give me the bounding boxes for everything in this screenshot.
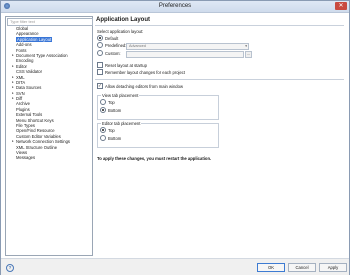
view-tab-bottom-label: Bottom xyxy=(108,107,122,113)
radio-selected-icon[interactable] xyxy=(97,35,103,41)
radio-selected-icon[interactable] xyxy=(100,127,106,133)
remember-layout-checkbox[interactable]: Remember layout changes for each project xyxy=(97,69,185,75)
view-tab-bottom-radio[interactable]: Bottom xyxy=(100,107,121,113)
editor-tab-top-radio[interactable]: Top xyxy=(100,127,115,133)
tree-item-label: Add-ons xyxy=(16,42,32,48)
help-icon[interactable]: ? xyxy=(6,264,14,272)
tree-item-label: Fonts xyxy=(16,47,27,53)
checkbox-icon[interactable] xyxy=(97,62,103,68)
tree-item-label: File Types xyxy=(16,123,36,129)
radio-icon[interactable] xyxy=(97,42,103,48)
checkbox-checked-icon[interactable] xyxy=(97,83,103,89)
allow-detaching-checkbox[interactable]: Allow detaching editors from main window xyxy=(97,83,183,89)
dialog-content: Type filter text Global Appearance Applica… xyxy=(1,13,349,275)
tree-item-label: Archive xyxy=(16,101,30,107)
window-title: Preferences xyxy=(158,3,192,9)
settings-panel: Application Layout Select application la… xyxy=(95,16,345,254)
tree-item-label: Diff xyxy=(16,96,23,102)
title-bar: Preferences ✕ xyxy=(1,1,349,13)
view-tab-placement-title: View tab placement xyxy=(101,93,140,98)
tree-item-label: Messages xyxy=(16,155,36,161)
apply-button[interactable]: Apply xyxy=(319,263,347,272)
radio-icon[interactable] xyxy=(97,50,103,56)
tree-item-label: Document Type Association xyxy=(16,52,68,58)
reset-layout-label: Reset layout at startup xyxy=(105,62,147,68)
radio-icon[interactable] xyxy=(100,99,106,105)
tree-item-label: Open/Find Resource xyxy=(16,128,55,134)
tree-item-label: Encoding xyxy=(16,58,34,64)
tree-item-label: Appearance xyxy=(16,31,39,37)
tree-item-label: SVN xyxy=(16,90,25,96)
tree-item-label: Data Sources xyxy=(16,85,42,91)
editor-tab-placement-title: Editor tab placement xyxy=(101,121,142,126)
reset-layout-checkbox[interactable]: Reset layout at startup xyxy=(97,62,147,68)
view-tab-placement-group: View tab placement Top Bottom xyxy=(97,93,219,120)
allow-detaching-label: Allow detaching editors from main window xyxy=(105,83,183,89)
tree-item-label: DITA xyxy=(16,79,26,85)
layout-predefined-label: Predefined: xyxy=(105,42,127,48)
editor-tab-top-label: Top xyxy=(108,127,115,133)
preferences-tree-panel: Type filter text Global Appearance Applica… xyxy=(5,16,93,256)
tree-item-label: XML xyxy=(16,74,25,80)
tree-item-label: Views xyxy=(16,149,28,155)
layout-custom-radio[interactable]: Custom: xyxy=(97,50,121,56)
tree-item-label: Menu Shortcut Keys xyxy=(16,117,54,123)
title-divider xyxy=(95,25,344,26)
tree-item-label: Plugins xyxy=(16,106,30,112)
tree-item-label: External Tools xyxy=(16,112,43,118)
radio-icon[interactable] xyxy=(100,135,106,141)
predefined-layout-select[interactable]: Advanced ▾ xyxy=(126,43,249,50)
predefined-layout-value: Advanced xyxy=(129,44,146,48)
editor-tab-bottom-label: Bottom xyxy=(108,135,122,141)
preferences-tree: Global Appearance Application Layout Add-on… xyxy=(6,26,92,161)
tree-item[interactable]: Messages xyxy=(6,155,92,160)
tree-item-label: Network Connection Settings xyxy=(16,139,70,145)
custom-layout-path-field[interactable] xyxy=(126,51,244,58)
ok-button[interactable]: OK xyxy=(257,263,285,272)
tree-item-label: XML Structure Outline xyxy=(16,144,58,150)
page-title: Application Layout xyxy=(96,17,150,23)
checkbox-icon[interactable] xyxy=(97,69,103,75)
section-divider xyxy=(95,79,344,80)
cancel-button[interactable]: Cancel xyxy=(288,263,316,272)
editor-tab-bottom-radio[interactable]: Bottom xyxy=(100,135,121,141)
select-layout-label: Select application layout: xyxy=(97,29,144,34)
preferences-window: Preferences ✕ Type filter text Global App… xyxy=(0,0,350,275)
tree-item-label: Custom Editor Variables xyxy=(16,133,61,139)
tree-item-label: Application Layout xyxy=(16,36,53,42)
tree-item-label: CSS Validator xyxy=(16,69,42,75)
chevron-down-icon[interactable]: ▾ xyxy=(245,44,247,49)
remember-layout-label: Remember layout changes for each project xyxy=(105,69,186,75)
restart-note: To apply these changes, you must restart… xyxy=(97,156,212,161)
close-icon[interactable]: ✕ xyxy=(335,2,347,10)
radio-selected-icon[interactable] xyxy=(100,107,106,113)
dialog-footer: ? OK Cancel Apply xyxy=(1,258,349,275)
custom-layout-browse-button[interactable]: ... xyxy=(245,51,252,58)
view-tab-top-radio[interactable]: Top xyxy=(100,99,115,105)
layout-default-radio[interactable]: Default xyxy=(97,35,118,41)
layout-custom-label: Custom: xyxy=(105,50,121,56)
layout-default-label: Default xyxy=(105,35,119,41)
tree-item-label: Editor xyxy=(16,63,27,69)
filter-input[interactable]: Type filter text xyxy=(7,18,93,26)
editor-tab-placement-group: Editor tab placement Top Bottom xyxy=(97,121,219,148)
layout-predefined-radio[interactable]: Predefined: xyxy=(97,42,126,48)
tree-item-label: Global xyxy=(16,26,29,31)
view-tab-top-label: Top xyxy=(108,99,115,105)
